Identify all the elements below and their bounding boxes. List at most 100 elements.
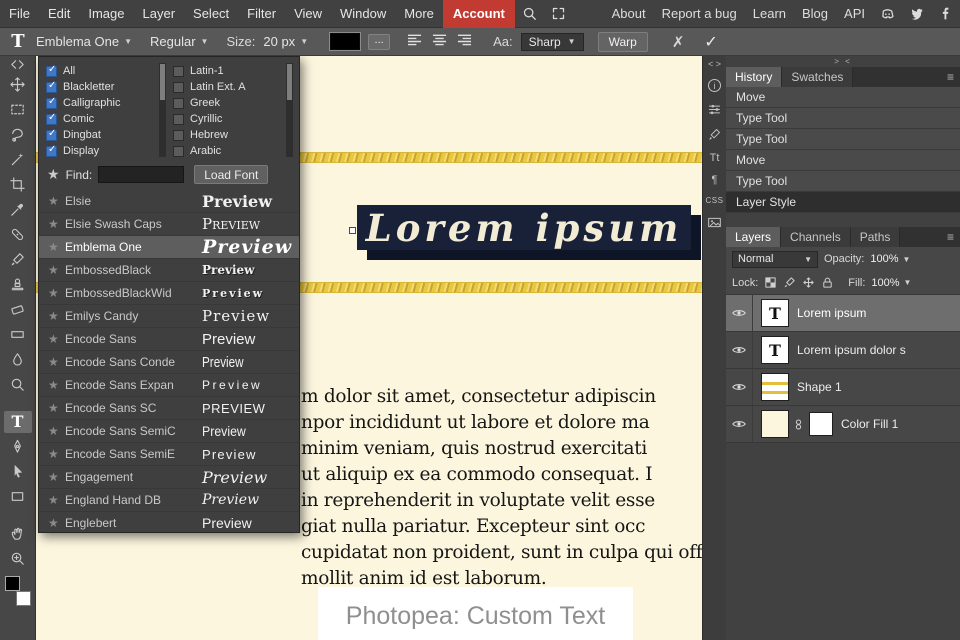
fill-layer-thumbnail[interactable] [761,410,789,438]
favorite-star-icon[interactable]: ★ [48,332,63,346]
account-button[interactable]: Account [443,0,515,28]
css-panel-icon[interactable]: CSS [706,196,724,205]
fill-dropdown[interactable]: 100% ▼ [871,277,911,289]
history-entry[interactable]: Type Tool [726,171,960,192]
layer-name[interactable]: Color Fill 1 [841,417,898,431]
clone-stamp-tool-icon[interactable] [0,272,36,297]
layer-row[interactable]: T Lorem ipsum dolor s [726,332,960,369]
favorite-star-icon[interactable]: ★ [48,401,63,415]
font-list-item[interactable]: ★EngagementPreview [39,466,299,489]
blur-tool-icon[interactable] [0,347,36,372]
favorite-star-icon[interactable]: ★ [48,309,63,323]
text-box-handle[interactable] [349,227,356,234]
history-entry[interactable]: Move [726,87,960,108]
category-item[interactable]: Latin Ext. A [173,79,283,95]
category-item[interactable]: Greek [173,95,283,111]
category-item[interactable]: Arabic [173,143,283,159]
discord-icon[interactable] [873,6,902,21]
layer-visibility-eye-icon[interactable] [726,406,753,442]
font-list-item[interactable]: ★Encode Sans SCPREVIEW [39,397,299,420]
font-list-item[interactable]: ★EmbossedBlackWidPreview [39,282,299,305]
font-list-item[interactable]: ★Elsie Swash CapsPreview [39,213,299,236]
shape-layer-thumbnail[interactable] [761,373,789,401]
tab-swatches[interactable]: Swatches [782,67,853,87]
mask-link-icon[interactable] [792,418,805,431]
layer-visibility-eye-icon[interactable] [726,332,753,368]
foreground-color-swatch[interactable] [5,576,20,591]
find-font-input[interactable] [98,166,184,183]
category-item[interactable]: Hebrew [173,127,283,143]
layer-name[interactable]: Lorem ipsum [797,306,866,320]
menu-file[interactable]: File [0,0,39,28]
font-list-item-selected[interactable]: ★Emblema OnePreview [39,236,299,259]
menu-report-a-bug[interactable]: Report a bug [654,0,745,28]
font-list-item[interactable]: ★Emilys CandyPreview [39,305,299,328]
text-color-swatch[interactable] [330,33,360,50]
info-panel-icon[interactable]: i [708,79,721,92]
favorite-star-icon[interactable]: ★ [48,470,63,484]
menu-image[interactable]: Image [79,0,133,28]
warp-button[interactable]: Warp [598,32,648,52]
image-panel-icon[interactable] [707,215,722,230]
favorite-star-icon[interactable]: ★ [48,355,63,369]
category-scrollbar[interactable] [286,63,293,157]
tab-history[interactable]: History [726,67,782,87]
lock-transparency-icon[interactable] [764,276,777,289]
gradient-tool-icon[interactable] [0,322,36,347]
toolbar-collapse-icon[interactable] [0,56,36,72]
font-list-item[interactable]: ★Encode SansPreview [39,328,299,351]
brush-tool-icon[interactable] [0,247,36,272]
category-item[interactable]: Display [46,143,156,159]
move-tool-icon[interactable] [0,72,36,97]
commit-icon[interactable]: ✓ [704,32,717,52]
category-item[interactable]: Latin-1 [173,63,283,79]
font-size-dropdown[interactable]: 20 px ▼ [263,34,308,49]
direct-select-tool-icon[interactable] [0,459,36,484]
favorite-star-icon[interactable]: ★ [48,194,63,208]
tab-paths[interactable]: Paths [851,227,901,247]
font-list-item[interactable]: ★EnglebertPreview [39,512,299,532]
history-entry[interactable]: Type Tool [726,108,960,129]
font-list-item[interactable]: ★Encode Sans ExpanPreview [39,374,299,397]
favorite-star-icon[interactable]: ★ [48,240,63,254]
font-list-item[interactable]: ★England Hand DBPreview [39,489,299,512]
body-text-layer[interactable]: m dolor sit amet, consectetur adipiscin … [301,384,702,592]
menu-blog[interactable]: Blog [794,0,836,28]
menu-window[interactable]: Window [331,0,395,28]
menu-more[interactable]: More [395,0,443,28]
layer-mask-thumbnail[interactable] [809,412,833,436]
headline-text-layer[interactable]: Lorem ipsum [357,205,691,250]
cancel-icon[interactable]: ✗ [672,33,685,51]
favorite-star-icon[interactable]: ★ [48,424,63,438]
font-style-dropdown[interactable]: Regular ▼ [150,34,208,49]
strip-collapse-icon[interactable]: < > [708,59,721,69]
font-family-dropdown[interactable]: Emblema One ▼ [36,34,132,49]
adjustments-panel-icon[interactable] [707,102,722,117]
lock-position-icon[interactable] [802,276,815,289]
tab-channels[interactable]: Channels [781,227,851,247]
layer-row[interactable]: Color Fill 1 [726,406,960,443]
history-entry-current[interactable]: Layer Style [726,192,960,213]
category-item[interactable]: All [46,63,156,79]
shape-tool-icon[interactable] [0,484,36,509]
favorite-star-icon[interactable]: ★ [48,263,63,277]
magic-wand-tool-icon[interactable] [0,147,36,172]
favorites-star-icon[interactable]: ★ [47,166,60,183]
panel-collapse-icon[interactable]: > < [726,56,960,67]
favorite-star-icon[interactable]: ★ [48,378,63,392]
twitter-icon[interactable] [902,6,931,21]
font-list-item[interactable]: ★Encode Sans CondePreview [39,351,299,374]
tab-layers[interactable]: Layers [726,227,781,247]
align-left-icon[interactable] [406,33,423,50]
layer-visibility-eye-icon[interactable] [726,295,753,331]
menu-edit[interactable]: Edit [39,0,79,28]
history-entry[interactable]: Move [726,150,960,171]
align-center-icon[interactable] [431,33,448,50]
category-scrollbar[interactable] [159,63,166,157]
category-item[interactable]: Blackletter [46,79,156,95]
menu-filter[interactable]: Filter [238,0,285,28]
layer-row[interactable]: Shape 1 [726,369,960,406]
category-item[interactable]: Dingbat [46,127,156,143]
menu-learn[interactable]: Learn [745,0,794,28]
blend-mode-dropdown[interactable]: Normal ▼ [732,251,818,268]
